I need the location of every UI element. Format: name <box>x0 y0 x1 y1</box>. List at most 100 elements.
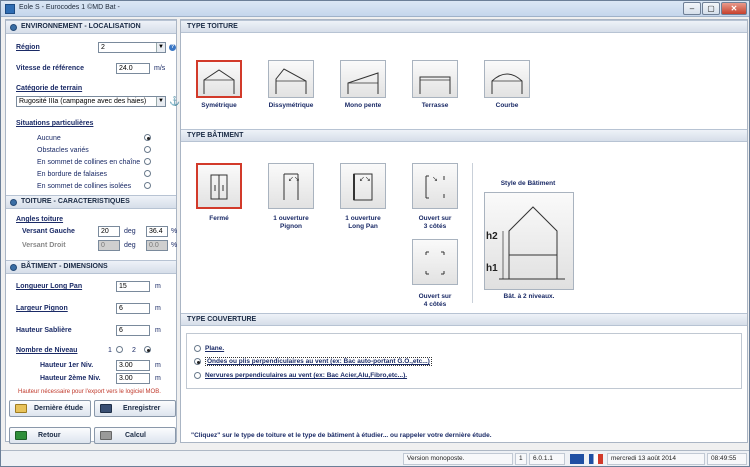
open-4-sides-icon <box>425 251 445 275</box>
situation-radio-obstacles[interactable] <box>144 146 151 153</box>
h1-input[interactable]: 3.00 <box>116 360 150 371</box>
batiment-label: Long Pan <box>348 223 378 230</box>
calcul-button[interactable]: Calcul <box>94 427 176 444</box>
h1-marker: h1 <box>486 263 498 274</box>
flat-roof-icon <box>419 76 451 94</box>
toiture-label: Courbe <box>495 102 519 109</box>
svg-text:↙↘: ↙↘ <box>288 176 300 183</box>
pignon-label: Largeur Pignon <box>16 305 68 312</box>
situation-label: En sommet de collines isolées <box>37 183 132 190</box>
save-icon <box>100 404 112 413</box>
style-caption: Bât. à 2 niveaux. <box>503 293 555 300</box>
region-label: Région <box>16 44 40 51</box>
two-level-building-icon <box>499 206 565 280</box>
couverture-ondes[interactable]: Ondes ou plis perpendiculaires au vent (… <box>205 357 432 366</box>
couverture-nervures[interactable]: Nervures perpendiculaires au vent (ex: B… <box>205 372 407 379</box>
vitesse-unit: m/s <box>154 65 166 72</box>
region-select[interactable]: 2 ▼ <box>98 42 166 53</box>
curved-roof-icon <box>491 73 523 94</box>
categorie-label: Catégorie de terrain <box>16 85 83 92</box>
droit-deg-input[interactable]: 0 <box>98 240 120 251</box>
vitesse-label: Vitesse de référence <box>16 65 84 72</box>
batiment-ouvert-3-cotes-tile[interactable]: ↘ <box>412 163 458 209</box>
section-icon <box>10 199 17 206</box>
batiment-label: 4 côtés <box>423 301 447 308</box>
french-flag-icon <box>589 454 603 464</box>
pignon-input[interactable]: 6 <box>116 303 150 314</box>
batiment-ouverture-long-pan-tile[interactable]: ↙↘ <box>340 163 386 209</box>
situation-label: Obstacles variés <box>37 147 89 154</box>
situations-label: Situations particulières <box>16 120 94 127</box>
niveau-radio-2[interactable] <box>144 346 151 353</box>
niveau-label: Nombre de Niveau <box>16 347 78 354</box>
situation-radio-falaises[interactable] <box>144 170 151 177</box>
couverture-radio-nervures[interactable] <box>194 372 201 379</box>
style-batiment-title: Style de Bâtiment <box>500 180 556 187</box>
status-num: 1 <box>515 453 527 465</box>
couverture-plane[interactable]: Plane. <box>205 345 224 352</box>
unit-m: m <box>155 305 161 312</box>
toiture-terrasse-tile[interactable] <box>412 60 458 98</box>
situation-label: Aucune <box>37 135 61 142</box>
toiture-mono-pente-tile[interactable] <box>340 60 386 98</box>
style-batiment-preview[interactable]: h2 h1 <box>484 192 574 290</box>
situation-label: En sommet de collines en chaîne <box>37 159 141 166</box>
batiment-ouverture-pignon-tile[interactable]: ↙↘ <box>268 163 314 209</box>
derniere-etude-button[interactable]: Dernière étude <box>9 400 91 417</box>
divider <box>472 163 473 303</box>
long-pan-input[interactable]: 15 <box>116 281 150 292</box>
situation-radio-collines-chaine[interactable] <box>144 158 151 165</box>
enregistrer-button[interactable]: Enregistrer <box>94 400 176 417</box>
section-type-batiment: TYPE BÂTIMENT <box>181 129 747 142</box>
situation-radio-collines-isolees[interactable] <box>144 182 151 189</box>
retour-button[interactable]: Retour <box>9 427 91 444</box>
maximize-button[interactable]: ▢ <box>702 2 720 15</box>
exit-icon <box>15 431 27 440</box>
gauche-pct-input[interactable]: 36.4 <box>146 226 168 237</box>
unit-m: m <box>155 375 161 382</box>
couverture-radio-plane[interactable] <box>194 345 201 352</box>
situation-radio-aucune[interactable] <box>144 134 151 141</box>
h2-input[interactable]: 3.00 <box>116 373 150 384</box>
batiment-ouvert-4-cotes-tile[interactable] <box>412 239 458 285</box>
toiture-label: Dissymétrique <box>268 102 314 109</box>
categorie-select[interactable]: Rugosité IIIa (campagne avec des haies) ▼ <box>16 96 166 107</box>
section-icon <box>10 24 17 31</box>
batiment-ferme-tile[interactable] <box>196 163 242 209</box>
unit-m: m <box>155 362 161 369</box>
batiment-label: Pignon <box>279 223 303 230</box>
gauche-deg-input[interactable]: 20 <box>98 226 120 237</box>
status-date: mercredi 13 août 2014 <box>607 453 705 465</box>
section-type-toiture: TYPE TOITURE <box>181 20 747 33</box>
niveau-opt-1-label: 1 <box>108 347 112 354</box>
anchor-icon[interactable]: ⚓ <box>169 97 180 106</box>
unit-m: m <box>155 283 161 290</box>
toiture-dissymetrique-tile[interactable] <box>268 60 314 98</box>
close-button[interactable]: ✕ <box>721 2 747 15</box>
batiment-label: 1 ouverture <box>345 215 381 222</box>
couverture-radio-ondes[interactable] <box>194 358 201 365</box>
niveau-radio-1[interactable] <box>116 346 123 353</box>
pct-unit: % <box>171 242 178 249</box>
section-title: TOITURE - CARACTERISTIQUES <box>21 198 130 205</box>
minimize-button[interactable]: – <box>683 2 701 15</box>
button-label: Enregistrer <box>123 405 161 412</box>
niveau-opt-2-label: 2 <box>132 347 136 354</box>
toiture-symetrique-tile[interactable] <box>196 60 242 98</box>
toiture-courbe-tile[interactable] <box>484 60 530 98</box>
section-icon <box>10 264 17 271</box>
droit-label: Versant Droit <box>22 242 66 249</box>
gauche-label: Versant Gauche <box>22 228 75 235</box>
closed-building-icon <box>210 174 228 200</box>
toiture-label: Symétrique <box>201 102 237 109</box>
chevron-down-icon: ▼ <box>156 97 165 106</box>
sabliere-input[interactable]: 6 <box>116 325 150 336</box>
vitesse-input[interactable]: 24.0 <box>116 63 150 74</box>
folder-icon <box>15 404 27 413</box>
angles-label: Angles toiture <box>16 216 64 223</box>
droit-pct-input[interactable]: 0.0 <box>146 240 168 251</box>
help-icon[interactable]: ? <box>169 44 176 51</box>
right-panel: TYPE TOITURE Symétrique Dissymétrique Mo… <box>180 19 748 443</box>
section-toiture: TOITURE - CARACTERISTIQUES <box>6 195 176 209</box>
section-environnement: ENVIRONNEMENT - LOCALISATION <box>6 20 176 34</box>
